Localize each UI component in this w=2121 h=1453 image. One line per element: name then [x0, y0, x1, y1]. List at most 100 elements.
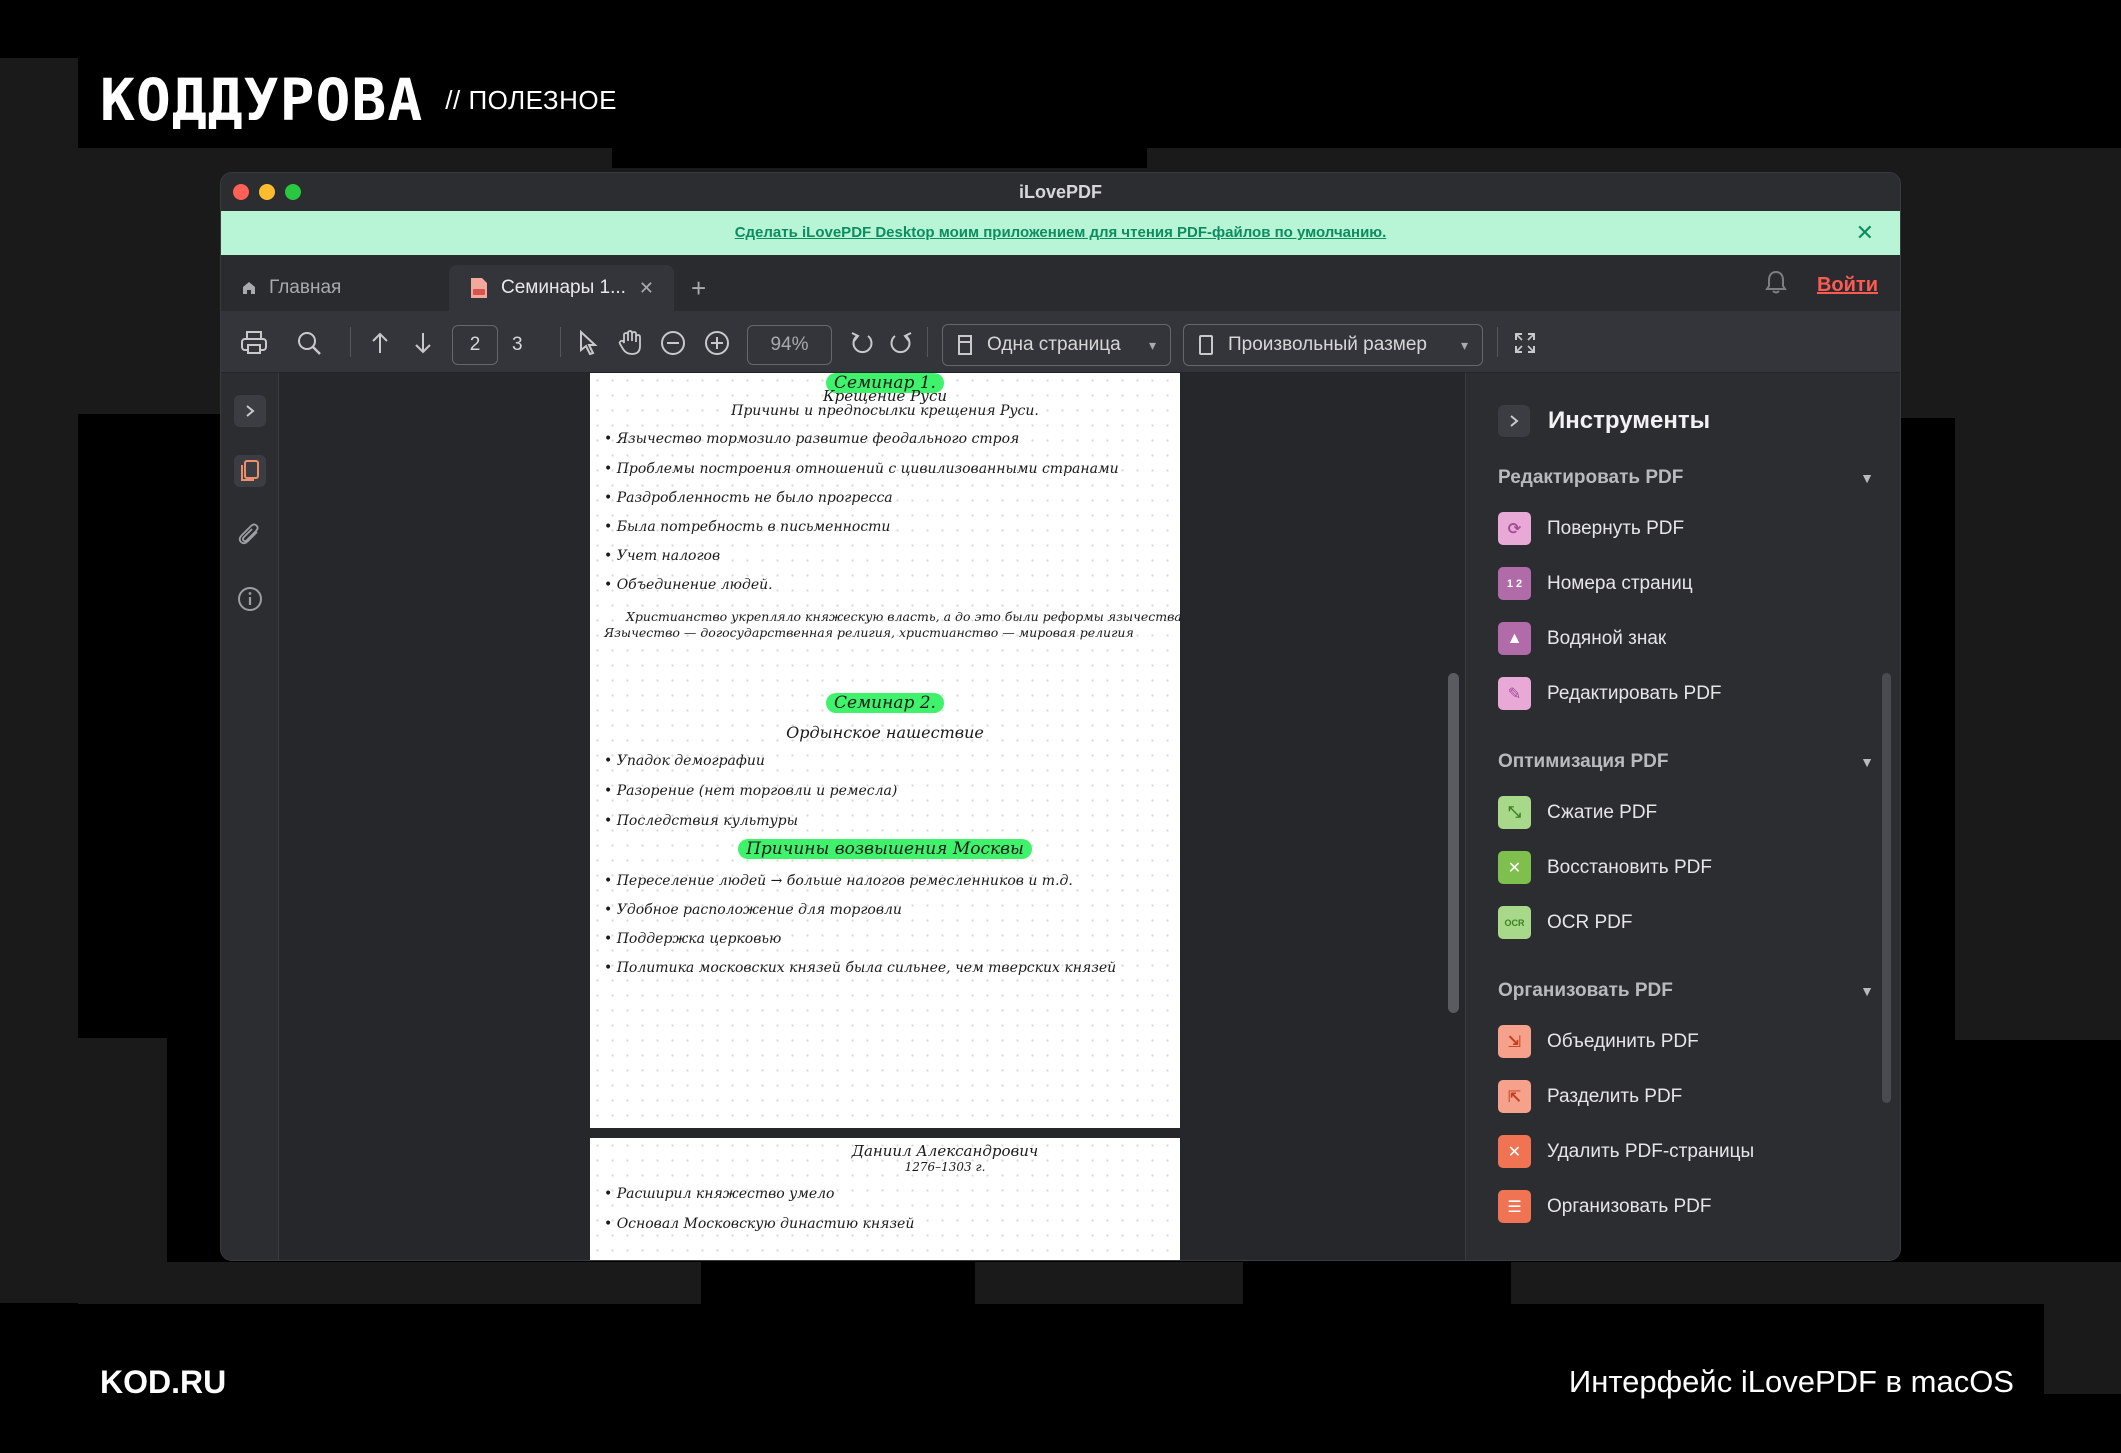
footer-caption: Интерфейс iLovePDF в macOS [1568, 1364, 2014, 1399]
view-mode-select[interactable]: Одна страница ▾ [942, 324, 1171, 366]
tool-split-pdf[interactable]: ⇱ Разделить PDF [1498, 1080, 1682, 1113]
delete-pages-icon: ✕ [1498, 1135, 1531, 1168]
page-text-line: • Поддержка церковью [604, 931, 782, 947]
section-label: Организовать PDF [1498, 980, 1673, 1001]
tool-label: Организовать PDF [1547, 1195, 1712, 1217]
expand-sidebar-button[interactable] [234, 395, 266, 427]
page-text-line: • Основал Московскую династию князей [604, 1216, 915, 1232]
default-app-banner: Сделать iLovePDF Desktop моим приложение… [221, 211, 1900, 255]
page-text-line: Христианство укрепляло княжескую власть,… [626, 609, 1182, 624]
attachments-button[interactable] [234, 519, 266, 551]
section-edit-pdf[interactable]: Редактировать PDF ▼ [1498, 467, 1874, 489]
tool-compress-pdf[interactable]: ⤡ Сжатие PDF [1498, 796, 1657, 829]
toolbar: 2 3 94% Одна страница ▾ Произвольный раз… [221, 311, 1900, 373]
chevron-right-icon [246, 405, 255, 417]
background-block [167, 1262, 701, 1304]
tab-home[interactable]: Главная [221, 265, 449, 311]
home-icon [243, 282, 255, 294]
login-link[interactable]: Войти [1817, 274, 1878, 297]
set-default-app-link[interactable]: Сделать iLovePDF Desktop моим приложение… [221, 224, 1900, 241]
arrow-up-icon[interactable] [366, 329, 394, 357]
zoom-out-icon[interactable] [659, 329, 687, 357]
screen: КОДДУРОВА // ПОЛЕЗНОЕ KOD.RU Интерфейс i… [0, 0, 2121, 1453]
zoom-in-icon[interactable] [703, 329, 731, 357]
stamp-icon: ▲ [1498, 622, 1531, 655]
current-page-input[interactable]: 2 [452, 325, 498, 365]
page-text-line: • Язычество тормозило развитие феодально… [604, 431, 1020, 447]
tab-bar: Главная Семинары 1... ✕ + [221, 255, 1900, 311]
info-icon [238, 587, 262, 611]
rotate-right-icon[interactable] [887, 329, 915, 357]
arrow-down-icon[interactable] [409, 329, 437, 357]
collapse-tools-button[interactable] [1498, 405, 1530, 437]
plus-icon[interactable]: + [691, 273, 706, 304]
page-text-line: • Учет налогов [604, 548, 721, 564]
tab-document[interactable]: Семинары 1... ✕ [449, 265, 674, 311]
tab-document-label: Семинары 1... [501, 277, 626, 298]
tool-label: Объединить PDF [1547, 1030, 1699, 1052]
paperclip-icon [238, 523, 259, 545]
page-heading: Причины возвышения Москвы [738, 839, 1032, 859]
background-block [2044, 1262, 2121, 1394]
tool-watermark[interactable]: ▲ Водяной знак [1498, 622, 1666, 655]
total-pages: 3 [512, 334, 523, 355]
compress-icon: ⤡ [1498, 796, 1531, 829]
viewer-scrollbar[interactable] [1448, 673, 1459, 1013]
tool-label: Номера страниц [1547, 572, 1693, 594]
tool-label: Водяной знак [1547, 627, 1667, 649]
fullscreen-icon[interactable] [1511, 329, 1539, 357]
page-text-line: • Упадок демографии [604, 753, 765, 769]
bell-icon[interactable] [1764, 269, 1788, 295]
tools-scrollbar[interactable] [1882, 673, 1891, 1103]
background-block [0, 58, 78, 1303]
page-text-line: • Политика московских князей была сильне… [604, 960, 1117, 976]
tools-header: Инструменты [1498, 405, 1710, 437]
chevron-right-icon [1510, 415, 1519, 427]
section-optimize-pdf[interactable]: Оптимизация PDF ▼ [1498, 751, 1874, 773]
tool-label: Редактировать PDF [1547, 682, 1722, 704]
tool-page-numbers[interactable]: 1 2 Номера страниц [1498, 567, 1693, 600]
cursor-icon[interactable] [574, 329, 602, 357]
page-subheading: Ордынское нашествие [786, 723, 984, 742]
brand-header: КОДДУРОВА // ПОЛЕЗНОЕ [100, 66, 617, 134]
tool-rotate-pdf[interactable]: ⟳ Повернуть PDF [1498, 512, 1684, 545]
tool-organize-pdf[interactable]: ☰ Организовать PDF [1498, 1190, 1712, 1223]
tool-ocr-pdf[interactable]: OCR OCR PDF [1498, 906, 1633, 939]
page-text-line: • Была потребность в письменности [604, 519, 891, 535]
thumbnails-button[interactable] [234, 455, 266, 487]
section-organize-pdf[interactable]: Организовать PDF ▼ [1498, 980, 1874, 1002]
page-heading: Даниил Александрович [851, 1142, 1039, 1160]
page-numbers-icon: 1 2 [1498, 567, 1531, 600]
pencil-icon: ✎ [1498, 677, 1531, 710]
close-tab-icon[interactable]: ✕ [639, 278, 654, 299]
tool-merge-pdf[interactable]: ⇲ Объединить PDF [1498, 1025, 1699, 1058]
rotate-left-icon[interactable] [848, 329, 876, 357]
page-text-line: • Проблемы построения отношений с цивили… [604, 461, 1119, 477]
page-text-line: Язычество — догосударственная религия, х… [604, 625, 1134, 640]
tool-edit-pdf[interactable]: ✎ Редактировать PDF [1498, 677, 1722, 710]
page-size-select[interactable]: Произвольный размер ▾ [1183, 324, 1483, 366]
section-label: Редактировать PDF [1498, 467, 1684, 488]
pdf-page: Даниил Александрович 1276–1303 г. • Расш… [590, 1138, 1180, 1260]
tool-delete-pages[interactable]: ✕ Удалить PDF-страницы [1498, 1135, 1754, 1168]
left-sidebar [221, 373, 279, 1260]
tab-home-label: Главная [269, 277, 342, 298]
pdf-file-icon [471, 278, 487, 298]
tool-label: Разделить PDF [1547, 1085, 1683, 1107]
hand-icon[interactable] [616, 329, 644, 357]
organize-icon: ☰ [1498, 1190, 1531, 1223]
chevron-down-icon: ▼ [1860, 983, 1874, 999]
print-icon[interactable] [240, 329, 268, 357]
close-icon[interactable]: ✕ [1856, 220, 1874, 246]
document-viewer[interactable]: Семинар 1. Крещение Руси Причины и предп… [280, 373, 1443, 1260]
page-text-line: • Удобное расположение для торговли [604, 902, 902, 918]
page-subheading: 1276–1303 г. [904, 1160, 986, 1174]
tool-label: OCR PDF [1547, 911, 1633, 933]
background-block [1511, 1262, 2044, 1304]
info-button[interactable] [234, 583, 266, 615]
page-text-line: • Разорение (нет торговли и ремесла) [604, 783, 898, 799]
tool-repair-pdf[interactable]: ✕ Восстановить PDF [1498, 851, 1712, 884]
repair-icon: ✕ [1498, 851, 1531, 884]
search-icon[interactable] [295, 329, 323, 357]
zoom-level-input[interactable]: 94% [747, 325, 832, 365]
